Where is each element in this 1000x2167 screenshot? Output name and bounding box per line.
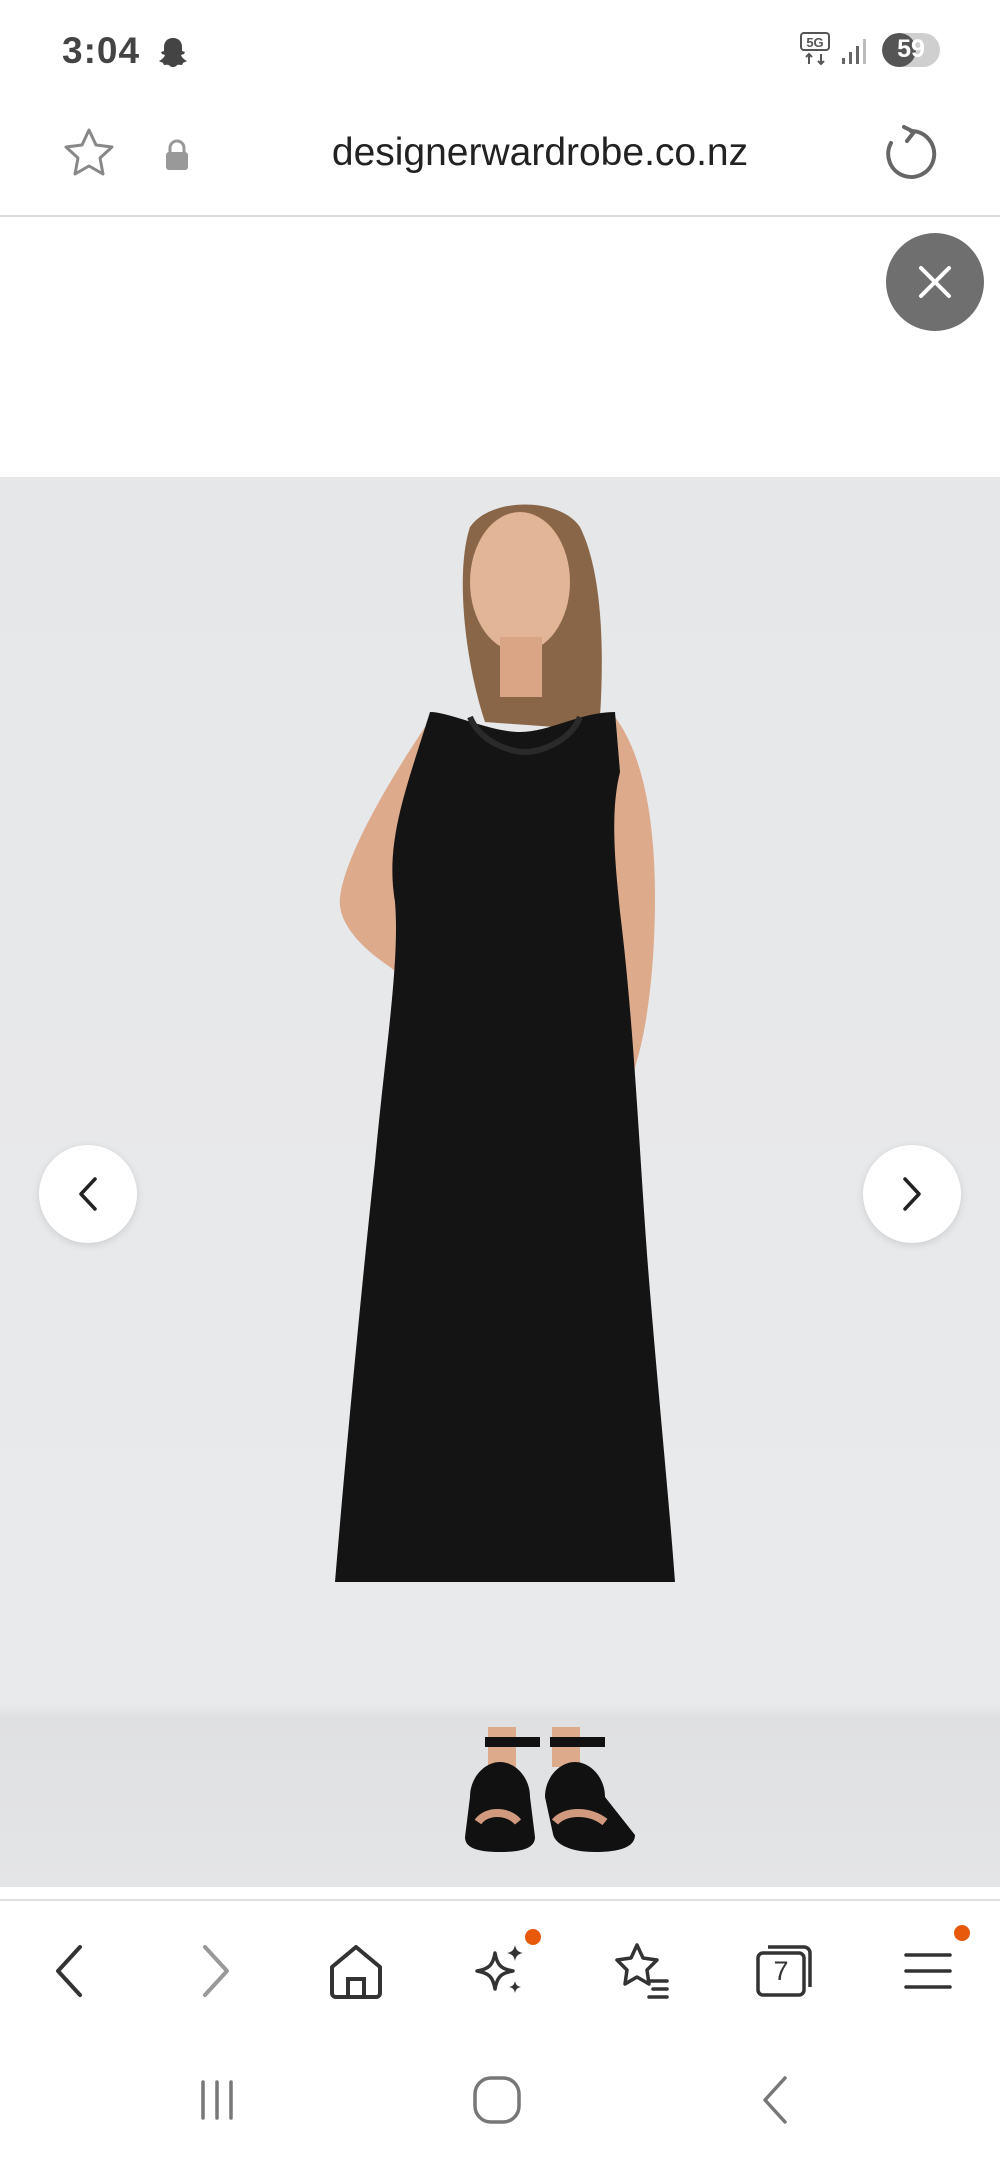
recents-icon [201,2080,233,2120]
forward-button[interactable] [175,1931,255,2011]
page-bottom-strip [0,1887,1000,1899]
lock-icon[interactable] [162,137,192,173]
close-icon [919,266,951,298]
menu-icon [904,1953,952,1989]
ai-button[interactable] [459,1929,541,2011]
battery-icon: 59 [882,33,940,67]
arrow-left-icon [56,1945,82,1997]
system-navigation-bar [0,2036,1000,2167]
star-list-icon [615,1943,669,1999]
star-icon[interactable] [60,125,118,183]
carousel-prev-button[interactable] [39,1145,137,1243]
snapchat-ghost-icon [159,38,187,67]
overlay-banner [0,217,1000,477]
tabs-button[interactable]: 7 [744,1931,824,2011]
network-label: 5G [806,35,823,50]
browser-toolbar: 7 [0,1901,1000,2036]
chevron-left-icon [79,1177,97,1211]
menu-button[interactable] [888,1925,970,2011]
status-time: 3:04 [62,30,141,71]
carousel-next-button[interactable] [863,1145,961,1243]
chevron-right-icon [903,1177,921,1211]
close-button[interactable] [886,233,984,331]
bookmarks-button[interactable] [601,1931,681,2011]
home-nav-button[interactable] [457,2060,537,2140]
recents-button[interactable] [177,2060,257,2140]
home-icon [330,1945,382,1999]
home-circle-icon [473,2076,521,2124]
signal-icon [842,39,866,64]
back-chevron-icon [763,2076,787,2124]
product-image[interactable] [0,477,1000,1887]
arrow-right-icon [203,1945,229,1997]
url-text[interactable]: designerwardrobe.co.nz [290,131,790,175]
back-nav-button[interactable] [737,2060,817,2140]
reload-icon[interactable] [880,123,942,185]
menu-notification-dot [954,1925,970,1941]
back-button[interactable] [30,1931,110,2011]
5g-icon: 5G [800,32,830,66]
battery-level: 59 [897,35,925,63]
model-photo [0,477,1000,1887]
tabs-count: 7 [773,1956,789,1986]
browser-url-bar: designerwardrobe.co.nz [0,105,1000,217]
home-button[interactable] [316,1931,396,2011]
status-bar: 3:04 5G 59 [0,0,1000,105]
ai-notification-dot [525,1929,541,1945]
